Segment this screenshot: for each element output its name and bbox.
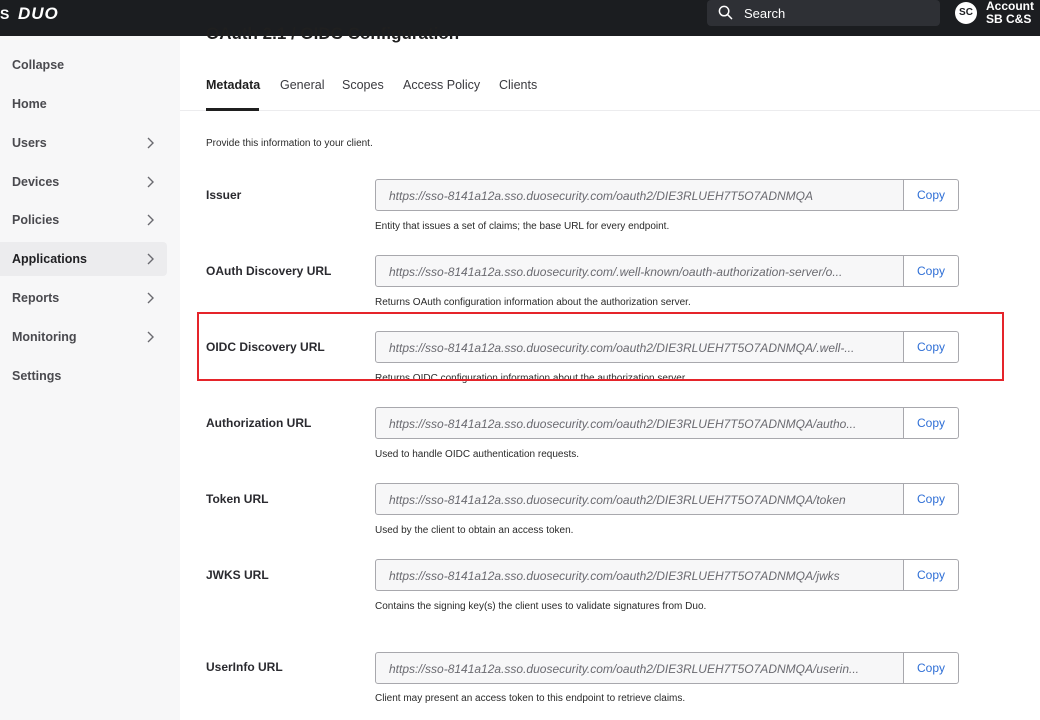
token-url-label: Token URL [206, 492, 269, 506]
sidebar-item-home[interactable]: Home [0, 87, 167, 121]
authorization-url-label: Authorization URL [206, 416, 312, 430]
sidebar: Collapse Home Users Devices Policies App… [0, 36, 180, 720]
oauth-discovery-label: OAuth Discovery URL [206, 264, 332, 278]
jwks-url-copy-button[interactable]: Copy [903, 559, 959, 591]
userinfo-url-field[interactable]: https://sso-8141a12a.sso.duosecurity.com… [375, 652, 904, 684]
search-box[interactable]: Search [707, 0, 940, 26]
sidebar-item-label: Users [12, 136, 47, 150]
token-url-copy-button[interactable]: Copy [903, 483, 959, 515]
sidebar-item-reports[interactable]: Reports [0, 281, 167, 315]
chevron-right-icon [147, 214, 154, 226]
duo-logo[interactable]: DUO [18, 5, 59, 22]
issuer-field[interactable]: https://sso-8141a12a.sso.duosecurity.com… [375, 179, 904, 211]
issuer-copy-button[interactable]: Copy [903, 179, 959, 211]
top-bar: S DUO Search SC Account SB C&S [0, 0, 1040, 36]
account-name[interactable]: SB C&S [986, 13, 1031, 26]
authorization-url-copy-button[interactable]: Copy [903, 407, 959, 439]
sidebar-item-label: Settings [12, 369, 62, 383]
userinfo-url-label: UserInfo URL [206, 660, 283, 674]
userinfo-url-value: https://sso-8141a12a.sso.duosecurity.com… [389, 662, 859, 676]
sidebar-item-label: Policies [12, 213, 60, 227]
sidebar-item-monitoring[interactable]: Monitoring [0, 320, 167, 354]
authorization-url-field[interactable]: https://sso-8141a12a.sso.duosecurity.com… [375, 407, 904, 439]
chevron-right-icon [147, 253, 154, 265]
token-url-help: Used by the client to obtain an access t… [375, 525, 574, 536]
sidebar-item-settings[interactable]: Settings [0, 359, 167, 393]
chevron-right-icon [147, 176, 154, 188]
issuer-help: Entity that issues a set of claims; the … [375, 221, 670, 232]
tab-scopes[interactable]: Scopes [342, 78, 384, 92]
sidebar-item-policies[interactable]: Policies [0, 203, 167, 237]
jwks-url-label: JWKS URL [206, 568, 269, 582]
search-icon [718, 5, 733, 20]
sidebar-item-users[interactable]: Users [0, 126, 167, 160]
search-label: Search [744, 6, 786, 21]
sidebar-item-label: Home [12, 97, 47, 111]
sidebar-item-label: Monitoring [12, 330, 77, 344]
issuer-value: https://sso-8141a12a.sso.duosecurity.com… [389, 189, 813, 203]
sidebar-item-collapse[interactable]: Collapse [0, 48, 167, 82]
userinfo-url-copy-button[interactable]: Copy [903, 652, 959, 684]
sidebar-item-applications[interactable]: Applications [0, 242, 167, 276]
tab-clients[interactable]: Clients [499, 78, 537, 92]
token-url-field[interactable]: https://sso-8141a12a.sso.duosecurity.com… [375, 483, 904, 515]
avatar[interactable]: SC [955, 2, 977, 24]
chevron-right-icon [147, 292, 154, 304]
highlight-box [197, 312, 1004, 381]
tab-divider [180, 110, 1040, 111]
oauth-discovery-help: Returns OAuth configuration information … [375, 297, 691, 308]
main-content: OAuth 2.1 / OIDC Configuration Metadata … [180, 24, 1040, 720]
page-title: OAuth 2.1 / OIDC Configuration [206, 24, 460, 43]
issuer-label: Issuer [206, 188, 242, 202]
tab-metadata[interactable]: Metadata [206, 78, 260, 92]
oauth-discovery-field[interactable]: https://sso-8141a12a.sso.duosecurity.com… [375, 255, 904, 287]
intro-text: Provide this information to your client. [206, 138, 373, 149]
sidebar-item-label: Devices [12, 175, 60, 189]
authorization-url-value: https://sso-8141a12a.sso.duosecurity.com… [389, 417, 857, 431]
oauth-discovery-value: https://sso-8141a12a.sso.duosecurity.com… [389, 265, 843, 279]
sidebar-item-label: Applications [12, 252, 88, 266]
sidebar-item-devices[interactable]: Devices [0, 165, 167, 199]
authorization-url-help: Used to handle OIDC authentication reque… [375, 449, 580, 460]
oauth-discovery-copy-button[interactable]: Copy [903, 255, 959, 287]
userinfo-url-help: Client may present an access token to th… [375, 693, 686, 704]
sidebar-item-label: Collapse [12, 58, 65, 72]
tab-general[interactable]: General [280, 78, 324, 92]
jwks-url-help: Contains the signing key(s) the client u… [375, 601, 707, 612]
chevron-right-icon [147, 137, 154, 149]
token-url-value: https://sso-8141a12a.sso.duosecurity.com… [389, 493, 846, 507]
chevron-right-icon [147, 331, 154, 343]
sidebar-item-label: Reports [12, 291, 60, 305]
active-tab-indicator [206, 108, 259, 111]
jwks-url-value: https://sso-8141a12a.sso.duosecurity.com… [389, 569, 840, 583]
app-menu-icon[interactable]: S [0, 6, 9, 22]
jwks-url-field[interactable]: https://sso-8141a12a.sso.duosecurity.com… [375, 559, 904, 591]
tab-access-policy[interactable]: Access Policy [403, 78, 480, 92]
